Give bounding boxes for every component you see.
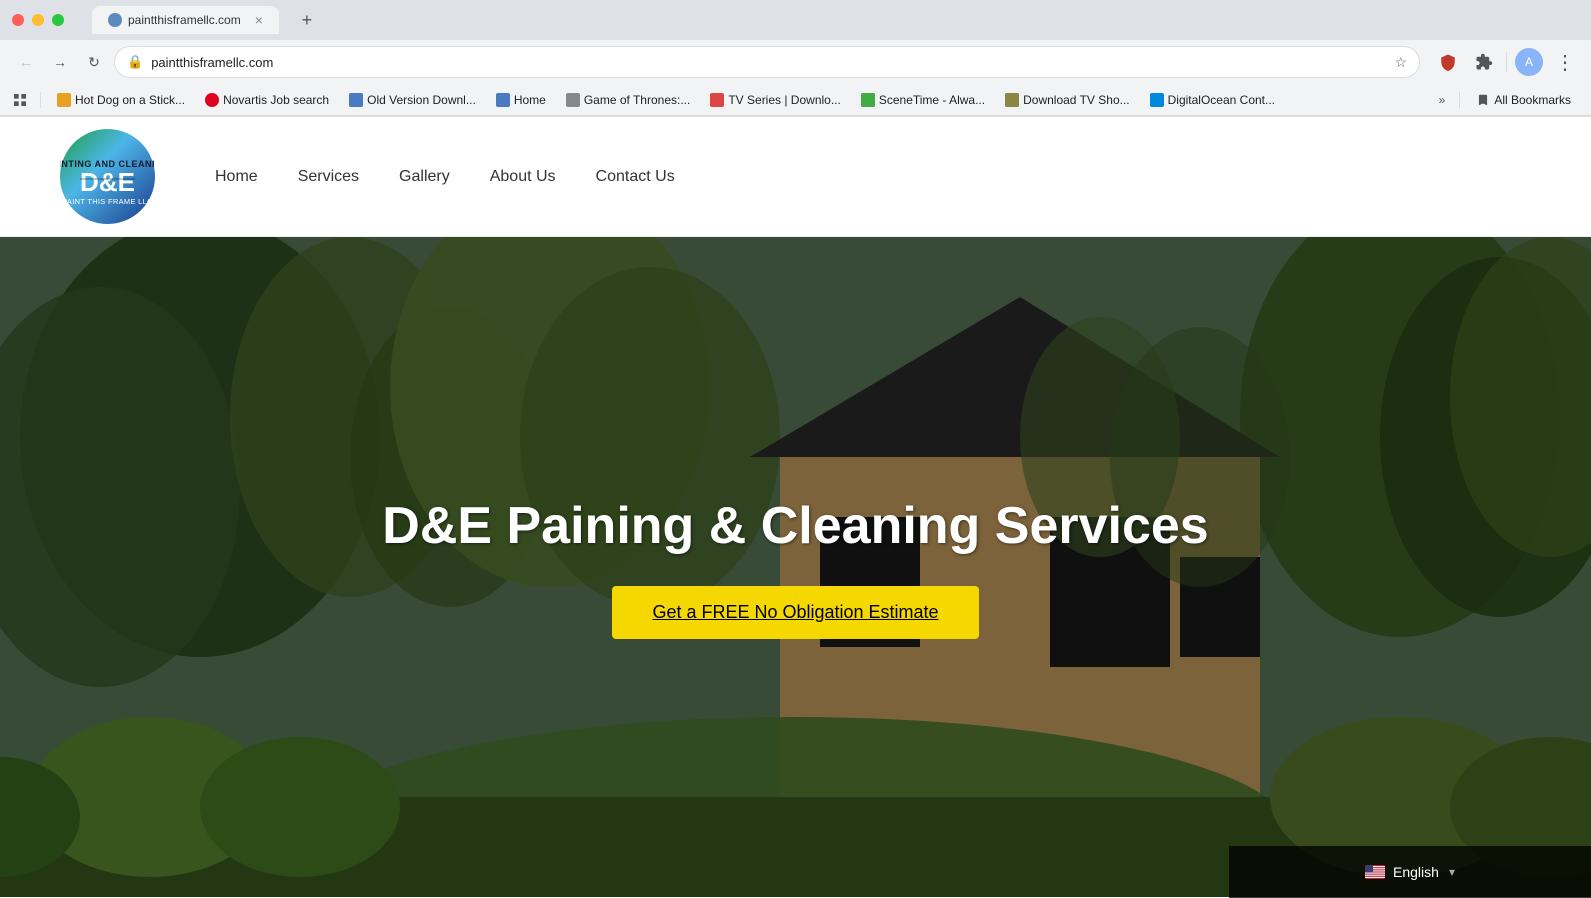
language-chevron-icon: ▾: [1449, 865, 1455, 879]
hero-cta-button[interactable]: Get a FREE No Obligation Estimate: [612, 586, 978, 639]
bookmark-label: Old Version Downl...: [367, 93, 476, 107]
brave-shield-icon[interactable]: [1434, 48, 1462, 76]
apps-icon-container[interactable]: [12, 92, 28, 108]
minimize-button[interactable]: [32, 14, 44, 26]
browser-nav: ← → ↻ 🔒 paintthisframellc.com ☆ A ⋮: [0, 40, 1591, 84]
bookmark-favicon: [57, 93, 71, 107]
language-label: English: [1393, 864, 1439, 880]
tab-close-icon[interactable]: ×: [255, 12, 263, 28]
hero-title: D&E Paining & Cleaning Services: [382, 496, 1208, 556]
bookmark-favicon: [566, 93, 580, 107]
bookmark-favicon: [1150, 93, 1164, 107]
nav-about-us[interactable]: About Us: [490, 164, 556, 190]
bookmark-label: Novartis Job search: [223, 93, 329, 107]
svg-text:D&E: D&E: [80, 167, 135, 197]
nav-contact-us[interactable]: Contact Us: [596, 164, 675, 190]
bookmark-label: DigitalOcean Cont...: [1168, 93, 1275, 107]
bookmark-label: Hot Dog on a Stick...: [75, 93, 185, 107]
bookmark-hotdog[interactable]: Hot Dog on a Stick...: [49, 90, 193, 110]
bookmarks-separator: [40, 92, 41, 108]
forward-button[interactable]: →: [46, 48, 74, 76]
profile-avatar[interactable]: A: [1515, 48, 1543, 76]
nav-services[interactable]: Services: [298, 164, 359, 190]
bookmark-got[interactable]: Game of Thrones:...: [558, 90, 699, 110]
bookmarks-bar: Hot Dog on a Stick... Novartis Job searc…: [0, 84, 1591, 116]
bookmarks-separator-right: [1459, 92, 1460, 108]
language-flag: [1365, 865, 1385, 879]
toolbar-divider: [1506, 52, 1507, 72]
bookmark-favicon: [496, 93, 510, 107]
hero-content: D&E Paining & Cleaning Services Get a FR…: [382, 496, 1208, 639]
bookmark-favicon: [1005, 93, 1019, 107]
security-icon: 🔒: [127, 54, 143, 70]
back-button[interactable]: ←: [12, 48, 40, 76]
extensions-icon[interactable]: [1470, 48, 1498, 76]
hero-section: D&E Paining & Cleaning Services Get a FR…: [0, 237, 1591, 897]
tab-favicon: [108, 13, 122, 27]
bookmark-label: Game of Thrones:...: [584, 93, 691, 107]
svg-text:PAINT THIS FRAME LLC: PAINT THIS FRAME LLC: [62, 197, 153, 206]
bookmark-digitalocean[interactable]: DigitalOcean Cont...: [1142, 90, 1283, 110]
bookmark-favicon: [205, 93, 219, 107]
bookmark-novartis[interactable]: Novartis Job search: [197, 90, 337, 110]
language-bar[interactable]: English ▾: [1229, 846, 1591, 898]
logo: PAINTING AND CLEANING D&E PAINT THIS FRA…: [60, 129, 155, 224]
new-tab-button[interactable]: +: [295, 8, 319, 32]
nav-gallery[interactable]: Gallery: [399, 164, 450, 190]
maximize-button[interactable]: [52, 14, 64, 26]
nav-home[interactable]: Home: [215, 164, 258, 190]
url-text: paintthisframellc.com: [151, 55, 1386, 70]
bookmark-favicon: [710, 93, 724, 107]
bookmark-star-icon[interactable]: ☆: [1394, 54, 1407, 71]
address-bar[interactable]: 🔒 paintthisframellc.com ☆: [114, 46, 1420, 78]
menu-icon[interactable]: ⋮: [1551, 48, 1579, 76]
bookmark-label: TV Series | Downlo...: [728, 93, 841, 107]
bookmark-label: Home: [514, 93, 546, 107]
bookmark-favicon: [861, 93, 875, 107]
website: PAINTING AND CLEANING D&E PAINT THIS FRA…: [0, 117, 1591, 897]
bookmark-home[interactable]: Home: [488, 90, 554, 110]
reload-button[interactable]: ↻: [80, 48, 108, 76]
site-nav: Home Services Gallery About Us Contact U…: [215, 164, 675, 190]
bookmark-label: SceneTime - Alwa...: [879, 93, 985, 107]
browser-titlebar: paintthisframellc.com × +: [0, 0, 1591, 40]
bookmark-label: Download TV Sho...: [1023, 93, 1130, 107]
close-button[interactable]: [12, 14, 24, 26]
all-bookmarks-button[interactable]: All Bookmarks: [1468, 90, 1579, 110]
bookmark-oldversion[interactable]: Old Version Downl...: [341, 90, 484, 110]
bookmark-tvseries[interactable]: TV Series | Downlo...: [702, 90, 849, 110]
bookmark-scenetime[interactable]: SceneTime - Alwa...: [853, 90, 993, 110]
all-bookmarks-label: All Bookmarks: [1494, 93, 1571, 107]
bookmark-downloadtv[interactable]: Download TV Sho...: [997, 90, 1138, 110]
site-header: PAINTING AND CLEANING D&E PAINT THIS FRA…: [0, 117, 1591, 237]
toolbar-icons: A ⋮: [1434, 48, 1579, 76]
more-bookmarks-button[interactable]: »: [1433, 90, 1452, 110]
logo-area[interactable]: PAINTING AND CLEANING D&E PAINT THIS FRA…: [60, 129, 155, 224]
bookmark-favicon: [349, 93, 363, 107]
browser-chrome: paintthisframellc.com × + ← → ↻ 🔒 paintt…: [0, 0, 1591, 117]
tab-title: paintthisframellc.com: [128, 13, 241, 27]
